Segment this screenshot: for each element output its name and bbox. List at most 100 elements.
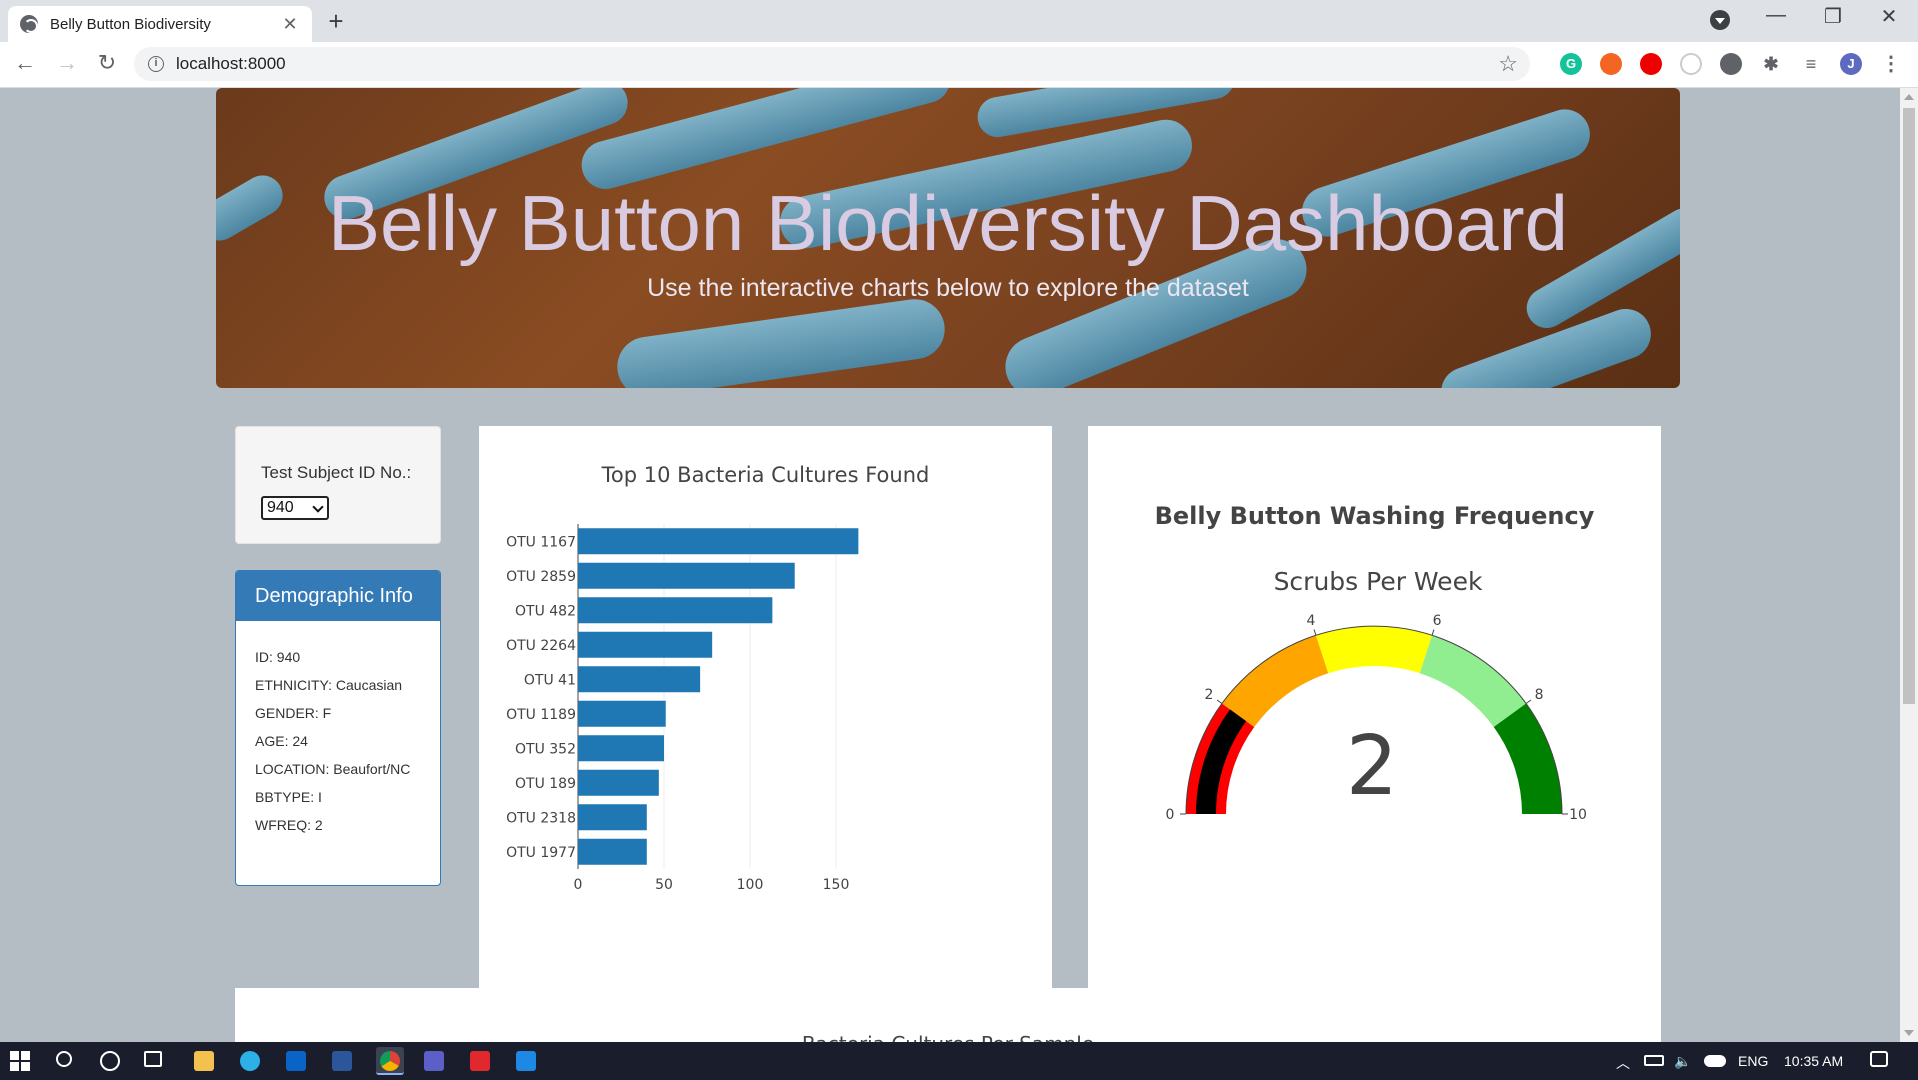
tab-title: Belly Button Biodiversity	[50, 15, 211, 33]
search-icon[interactable]	[56, 1051, 72, 1067]
subject-id-value: 940	[267, 499, 294, 516]
bar-otu-482	[578, 597, 773, 624]
gauge-tick	[1525, 699, 1532, 704]
chevron-down-icon	[312, 501, 324, 513]
browser-tab-bar: Belly Button Biodiversity ✕ + — ❐ ✕	[0, 0, 1918, 42]
subject-select-label: Test Subject ID No.:	[261, 463, 412, 482]
address-bar[interactable]: i localhost:8000 ☆	[134, 47, 1530, 81]
scroll-down-arrow-icon[interactable]	[1904, 1030, 1914, 1036]
demographic-row: ETHNICITY: Caucasian	[255, 677, 403, 693]
back-button[interactable]: ←	[10, 50, 40, 76]
language-indicator[interactable]: ENG	[1738, 1053, 1768, 1069]
demographic-row: WFREQ: 2	[255, 817, 323, 833]
subject-id-select[interactable]: 940	[261, 496, 329, 520]
y-tick-label: OTU 2859	[506, 569, 576, 585]
grammarly-icon[interactable]: G	[1560, 53, 1582, 75]
scroll-up-arrow-icon[interactable]	[1904, 94, 1914, 100]
menu-dots-icon[interactable]: ⋮	[1880, 53, 1902, 75]
page-title: Belly Button Biodiversity Dashboard	[328, 179, 1568, 267]
bar-chart[interactable]: Top 10 Bacteria Cultures Found 0 50 100 150 O…	[479, 426, 1052, 988]
tab-search-icon[interactable]	[1710, 10, 1730, 30]
security-icon[interactable]	[470, 1051, 490, 1071]
vscode-icon[interactable]	[516, 1051, 536, 1071]
notifications-icon[interactable]	[1870, 1051, 1888, 1067]
teams-icon[interactable]	[424, 1051, 444, 1071]
adblock-icon[interactable]	[1640, 53, 1662, 75]
browser-toolbar: ← → ↻ i localhost:8000 ☆ G ✱ ≡ J ⋮	[0, 42, 1918, 88]
new-tab-button[interactable]: +	[322, 8, 350, 34]
y-tick-label: OTU 482	[515, 603, 576, 619]
gauge-title: Belly Button Washing Frequency	[1155, 502, 1595, 530]
extension-box-icon[interactable]	[1680, 53, 1702, 75]
bookmark-star-icon[interactable]: ☆	[1498, 51, 1518, 77]
gauge-tick-label: 6	[1433, 613, 1442, 629]
browser-tab[interactable]: Belly Button Biodiversity ✕	[8, 6, 312, 42]
media-icon[interactable]: ≡	[1800, 53, 1822, 75]
gauge-tick	[1216, 699, 1223, 704]
fire-extension-icon[interactable]	[1600, 53, 1622, 75]
close-window-button[interactable]: ✕	[1874, 4, 1904, 29]
gauge-chart-panel: Belly Button Washing Frequency Scrubs Per…	[1088, 426, 1661, 988]
task-view-icon[interactable]	[144, 1051, 162, 1067]
info-icon[interactable]: i	[148, 56, 164, 72]
puzzle-icon[interactable]: ✱	[1760, 53, 1782, 75]
hero-banner: Belly Button Biodiversity Dashboard Use …	[216, 88, 1680, 388]
gauge-chart[interactable]: Belly Button Washing Frequency Scrubs Per…	[1088, 426, 1661, 988]
page-subtitle: Use the interactive charts below to expl…	[647, 274, 1249, 302]
gauge-tick-label: 8	[1535, 687, 1544, 703]
page-scrollbar[interactable]	[1900, 88, 1918, 1042]
onedrive-icon[interactable]	[1704, 1055, 1726, 1067]
gauge-tick-label: 4	[1306, 613, 1315, 629]
volume-icon[interactable]: 🔈	[1674, 1053, 1691, 1070]
bubble-chart-panel: Bacteria Cultures Per Sample	[235, 988, 1661, 1056]
close-tab-icon[interactable]: ✕	[280, 14, 300, 35]
cortana-icon[interactable]	[100, 1051, 120, 1071]
gauge-band-2-4	[1221, 635, 1329, 728]
y-tick-label: OTU 189	[515, 776, 576, 792]
bar-otu-2859	[578, 562, 795, 589]
forward-button[interactable]: →	[52, 50, 82, 76]
file-explorer-icon[interactable]	[194, 1051, 214, 1071]
bar-otu-2318	[578, 804, 647, 831]
gauge-value-label: 2	[1346, 719, 1398, 814]
word-icon[interactable]	[332, 1051, 352, 1071]
scroll-thumb[interactable]	[1903, 108, 1915, 704]
y-tick-label: OTU 2318	[506, 810, 576, 826]
profile-avatar[interactable]: J	[1840, 53, 1862, 75]
y-tick-label: OTU 1167	[506, 534, 576, 550]
x-tick-label: 150	[823, 877, 850, 893]
bar-chart-panel: Top 10 Bacteria Cultures Found 0 50 100 150 O…	[479, 426, 1052, 988]
windows-start-icon[interactable]	[10, 1051, 30, 1071]
demographic-row: BBTYPE: I	[255, 789, 322, 805]
y-tick-label: OTU 1189	[506, 707, 576, 723]
outlook-icon[interactable]	[286, 1051, 306, 1071]
bar-otu-352	[578, 735, 664, 762]
chrome-taskbar-button[interactable]	[376, 1047, 404, 1075]
demographic-row: ID: 940	[255, 649, 301, 665]
demographic-panel: Demographic Info ID: 940 ETHNICITY: Cauc…	[235, 570, 441, 886]
x-tick-label: 50	[655, 877, 673, 893]
chevron-up-icon[interactable]: ︿	[1616, 1053, 1630, 1073]
reload-button[interactable]: ↻	[92, 50, 122, 76]
chrome-icon	[380, 1051, 400, 1071]
gauge-band-8-10	[1493, 703, 1562, 814]
demographic-list: ID: 940 ETHNICITY: Caucasian GENDER: F A…	[236, 621, 440, 833]
y-tick-label: OTU 1977	[506, 845, 576, 861]
x-tick-label: 100	[737, 877, 764, 893]
windows-taskbar: ︿ 🔈 ENG 10:35 AM	[0, 1042, 1918, 1080]
minimize-button[interactable]: —	[1761, 4, 1791, 27]
restore-button[interactable]: ❐	[1818, 4, 1848, 29]
x-tick-label: 0	[574, 877, 583, 893]
circle-extension-icon[interactable]	[1720, 53, 1742, 75]
demographic-heading: Demographic Info	[236, 571, 440, 621]
edge-icon[interactable]	[240, 1051, 260, 1071]
globe-icon	[20, 15, 38, 33]
y-tick-label: OTU 41	[524, 672, 576, 688]
gauge-subtitle: Scrubs Per Week	[1274, 567, 1483, 596]
bar-otu-2264	[578, 631, 713, 658]
gauge-band-6-8	[1419, 635, 1527, 728]
demographic-row: AGE: 24	[255, 733, 308, 749]
demographic-row: GENDER: F	[255, 705, 332, 721]
clock[interactable]: 10:35 AM	[1784, 1053, 1843, 1069]
battery-icon[interactable]	[1644, 1055, 1664, 1066]
